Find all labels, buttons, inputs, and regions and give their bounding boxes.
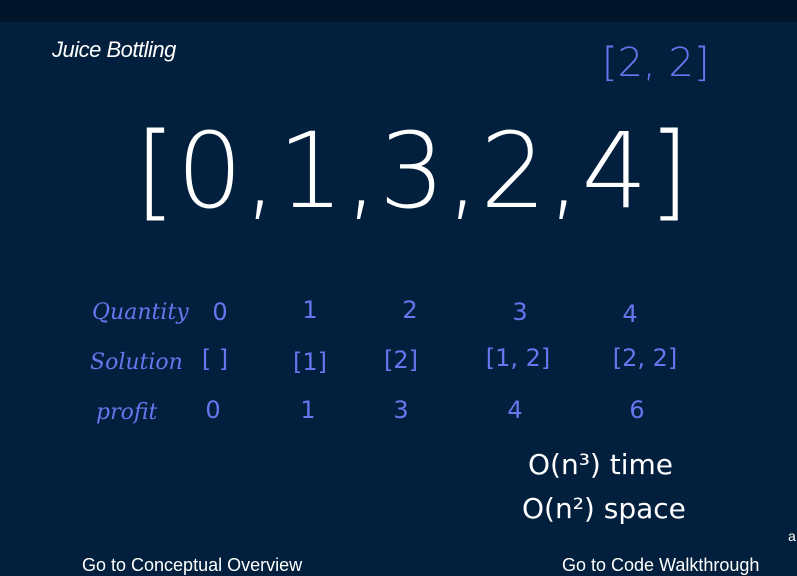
quantity-cell: 3	[512, 298, 528, 326]
profit-cell: 6	[629, 396, 645, 424]
quantity-cell: 1	[302, 296, 318, 324]
profit-cell: 3	[393, 396, 409, 424]
big-array: [0,1,3,2,4]	[135, 110, 691, 232]
solution-cell: [ ]	[201, 345, 229, 373]
profit-cell: 0	[205, 396, 221, 424]
slide-title: Juice Bottling	[52, 37, 176, 62]
time-complexity: O(n³) time	[528, 448, 674, 481]
quantity-cell: 4	[622, 300, 638, 328]
solution-cell: [2]	[384, 346, 418, 374]
top-bar	[0, 0, 797, 22]
space-complexity: O(n²) space	[522, 492, 686, 525]
solution-cell: [2, 2]	[612, 344, 678, 372]
profit-cell: 4	[507, 396, 523, 424]
solution-cell: [1, 2]	[485, 344, 551, 372]
label-profit: profit	[96, 400, 158, 425]
quantity-cell: 2	[402, 296, 418, 324]
corner-text: a	[788, 528, 796, 544]
note-top-right: [2, 2]	[602, 40, 710, 86]
